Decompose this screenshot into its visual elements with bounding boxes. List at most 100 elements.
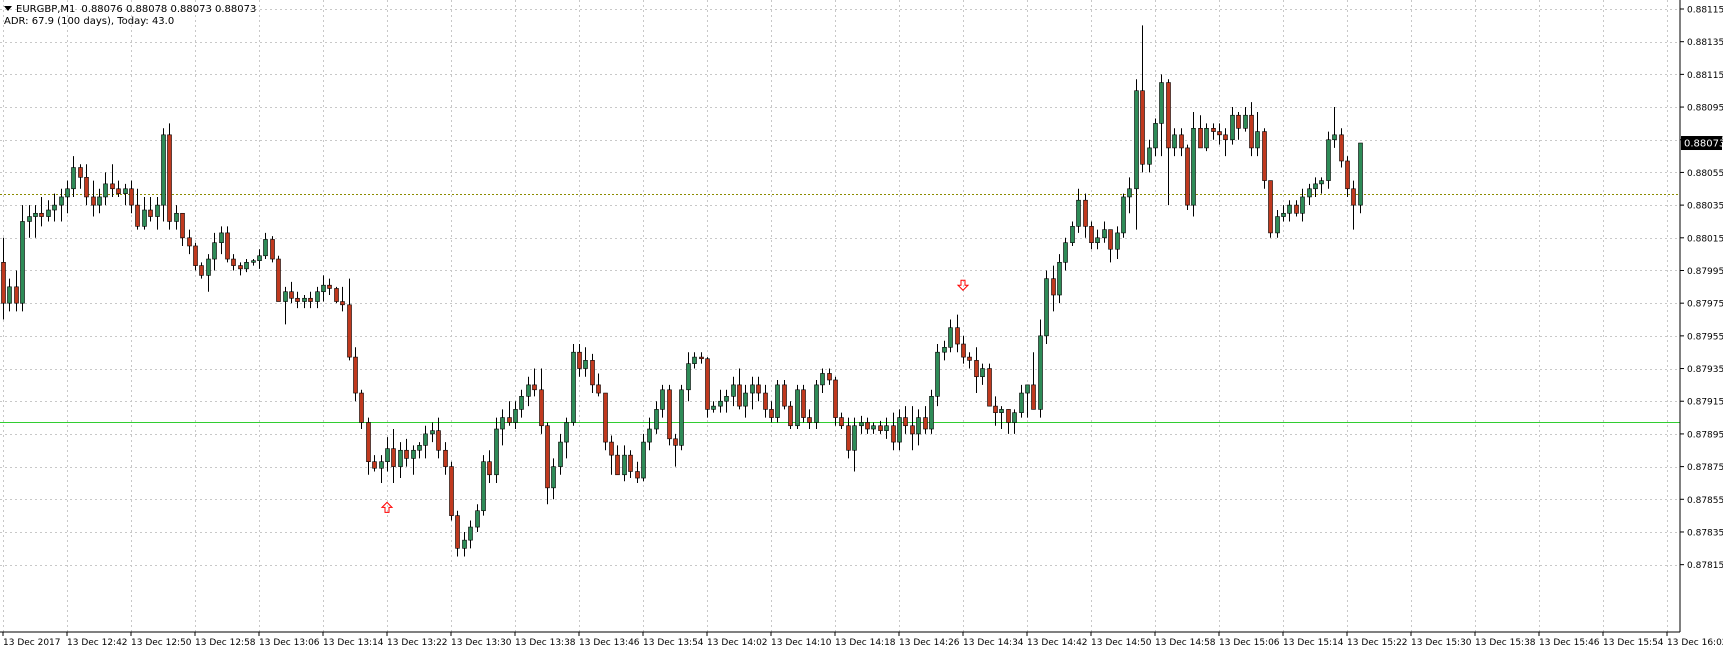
candle-bear [1223, 134, 1228, 141]
candle-bear [891, 425, 896, 443]
candle-bull [743, 392, 748, 407]
time-tick-label: 13 Dec 15:38 [1475, 638, 1536, 648]
price-tick-label: 0.87975 [1687, 300, 1723, 310]
candle-bear [628, 454, 633, 472]
time-tick-label: 13 Dec 13:38 [515, 638, 576, 648]
candle-bear [737, 384, 742, 407]
candle-bear [270, 239, 275, 260]
price-axis-labels: 0.881150.881350.881150.880950.880750.880… [1680, 6, 1723, 571]
candle-bull [481, 461, 486, 512]
candle-bear [801, 389, 806, 418]
time-tick-label: 13 Dec 12:42 [67, 638, 128, 648]
candle-bull [571, 351, 576, 423]
candle-bear [603, 392, 608, 443]
candle-bear [1083, 199, 1088, 227]
candle-bear [187, 237, 192, 247]
candle-bull [155, 204, 160, 217]
price-tick-label: 0.87835 [1687, 528, 1723, 538]
candle-bear [359, 392, 364, 423]
candlestick-chart[interactable]: 0.881150.881350.881150.880950.880750.880… [0, 0, 1723, 653]
candle-bull [711, 405, 716, 410]
candle-bear [987, 368, 992, 407]
candle-bull [692, 356, 697, 364]
time-tick-label: 13 Dec 14:34 [963, 638, 1024, 648]
candle-bear [372, 461, 377, 469]
candle-bear [827, 373, 832, 381]
candle-bull [27, 216, 32, 222]
candle-bull [775, 384, 780, 418]
candle-bull [1326, 139, 1331, 181]
candle-bear [353, 356, 358, 394]
candle-bull [97, 196, 102, 206]
candle-bear [699, 356, 704, 360]
candle-bear [225, 232, 230, 260]
price-tick-label: 0.88115 [1687, 71, 1723, 81]
candle-bear [327, 284, 332, 289]
candle-bull [660, 389, 665, 410]
candle-bull [1307, 188, 1312, 198]
candle-bull [1287, 204, 1292, 214]
candle-bear [1198, 128, 1203, 149]
candle-bull [20, 221, 25, 304]
candle-bull [206, 258, 211, 276]
candle-bull [852, 425, 857, 451]
candle-bull [1255, 131, 1260, 149]
candle-bull [980, 368, 985, 378]
candle-bull [7, 286, 12, 304]
collapse-triangle-icon[interactable] [4, 6, 12, 11]
price-tick-label: 0.87915 [1687, 398, 1723, 408]
time-tick-label: 13 Dec 14:26 [899, 638, 960, 648]
time-tick-label: 13 Dec 14:02 [707, 638, 768, 648]
candle-bull [417, 445, 422, 451]
candle-bear [961, 343, 966, 358]
time-tick-label: 13 Dec 2017 [3, 638, 61, 648]
candle-bear [1339, 134, 1344, 162]
chart-window[interactable]: 0.881150.881350.881150.880950.880750.880… [0, 0, 1723, 653]
candle-bear [1166, 82, 1171, 149]
candle-bear [1185, 147, 1190, 206]
candle-bull [814, 384, 819, 423]
price-tick-label: 0.88135 [1687, 38, 1723, 48]
candle-bull [1134, 90, 1139, 190]
candle-bull [263, 239, 268, 257]
price-tick-label: 0.87855 [1687, 496, 1723, 506]
candle-bull [859, 422, 864, 427]
candle-bull [1243, 114, 1248, 129]
time-tick-label: 13 Dec 15:30 [1411, 638, 1472, 648]
candle-bear [993, 405, 998, 413]
candle-bear [967, 356, 972, 361]
candle-bull [1076, 199, 1081, 227]
candle-bear [1262, 131, 1267, 181]
candle-bull [820, 373, 825, 386]
candle-bull [475, 510, 480, 528]
candle-bear [769, 409, 774, 418]
candle-bear [577, 351, 582, 369]
candle-bear [91, 196, 96, 206]
candle-bear [1089, 226, 1094, 244]
candle-bull [46, 209, 51, 217]
candle-bull [33, 212, 38, 217]
time-tick-label: 13 Dec 13:06 [259, 638, 320, 648]
price-tick-label: 0.87995 [1687, 267, 1723, 277]
candle-bull [1012, 412, 1017, 423]
time-tick-label: 13 Dec 14:10 [771, 638, 832, 648]
candle-bear [167, 134, 172, 222]
candle-bear [39, 212, 44, 217]
candle-bull [411, 449, 416, 459]
candle-bull [519, 396, 524, 410]
candle-bear [84, 177, 89, 198]
candle-bull [999, 409, 1004, 413]
price-tick-label: 0.87895 [1687, 430, 1723, 440]
candle-bear [295, 297, 300, 302]
candle-bull [142, 209, 147, 227]
candle-bull [929, 396, 934, 430]
candle-bear [366, 422, 371, 462]
chart-header: EURGBP,M1 0.88076 0.88078 0.88073 0.88073 [4, 4, 256, 15]
candle-bull [468, 526, 473, 541]
candle-bear [833, 379, 838, 418]
candle-bear [436, 430, 441, 451]
candle-bull [1313, 183, 1318, 190]
candle-bear [539, 389, 544, 427]
candle-bull [942, 346, 947, 353]
candle-bear [334, 288, 339, 302]
